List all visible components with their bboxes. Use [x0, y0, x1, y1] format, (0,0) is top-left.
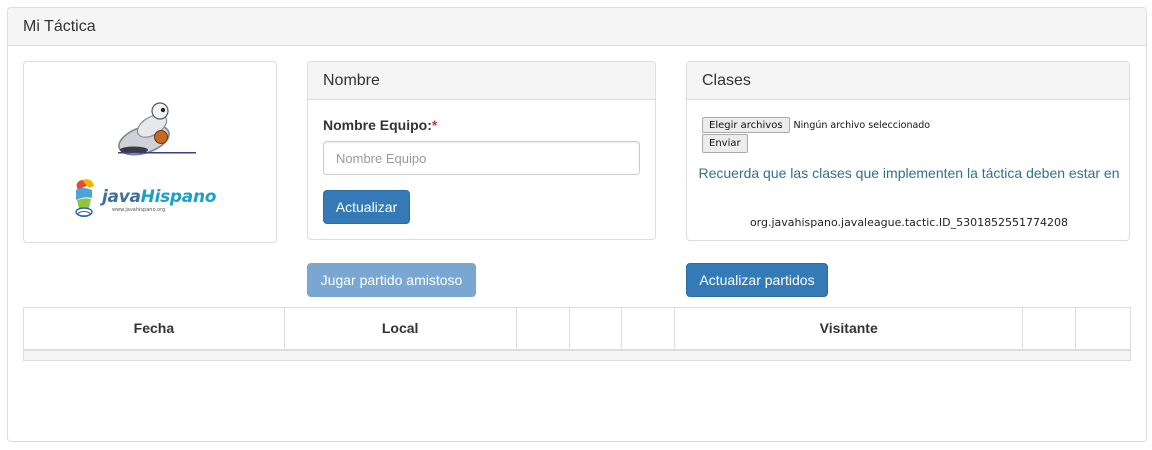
col-visitante: Visitante: [674, 307, 1024, 351]
team-name-label: Nombre Equipo:*: [323, 117, 438, 133]
col-blank-3: [621, 307, 676, 351]
logo-card: javaHispano www.javahispano.org: [23, 61, 277, 243]
choose-files-button[interactable]: Elegir archivos: [702, 117, 790, 133]
javahispano-url: www.javahispano.org: [112, 207, 166, 213]
nombre-panel: Nombre Nombre Equipo:* Actualizar: [307, 61, 656, 240]
class-package-id: org.javahispano.javaleague.tactic.ID_530…: [749, 216, 1069, 229]
mascot-image: [118, 102, 196, 156]
javahispano-emblem-icon: [75, 179, 94, 217]
update-name-button[interactable]: Actualizar: [323, 190, 410, 224]
col-fecha: Fecha: [23, 307, 285, 351]
col-blank-4: [1022, 307, 1076, 351]
table-row: [23, 349, 1131, 361]
matches-table: Fecha Local Visitante: [23, 307, 1131, 361]
clases-panel-title: Clases: [687, 62, 1129, 100]
send-button[interactable]: Enviar: [702, 134, 748, 153]
nombre-panel-title: Nombre: [308, 62, 655, 100]
col-blank-5: [1075, 307, 1131, 351]
friendly-match-button[interactable]: Jugar partido amistoso: [307, 263, 476, 297]
team-name-input[interactable]: [323, 141, 640, 175]
update-matches-button[interactable]: Actualizar partidos: [686, 263, 828, 297]
col-blank-2: [568, 307, 623, 351]
file-status-text: Ningún archivo seleccionado: [793, 119, 931, 131]
clases-panel: Clases Elegir archivos Ningún archivo se…: [686, 61, 1130, 241]
javahispano-logo: javaHispano www.javahispano.org: [72, 178, 232, 218]
page-title: Mi Táctica: [8, 8, 1146, 46]
classes-info-text: Recuerda que las clases que implementen …: [698, 165, 1120, 181]
col-blank-1: [515, 307, 570, 351]
file-chooser: Elegir archivos Ningún archivo seleccion…: [702, 117, 930, 133]
required-marker: *: [431, 117, 438, 133]
empty-row-cell: [23, 349, 1131, 361]
table-header-row: Fecha Local Visitante: [23, 307, 1131, 351]
mi-tactica-panel: Mi Táctica javaHispano www.javahispano.o…: [7, 7, 1147, 442]
javahispano-wordmark: javaHispano: [102, 187, 217, 207]
col-local: Local: [283, 307, 517, 351]
